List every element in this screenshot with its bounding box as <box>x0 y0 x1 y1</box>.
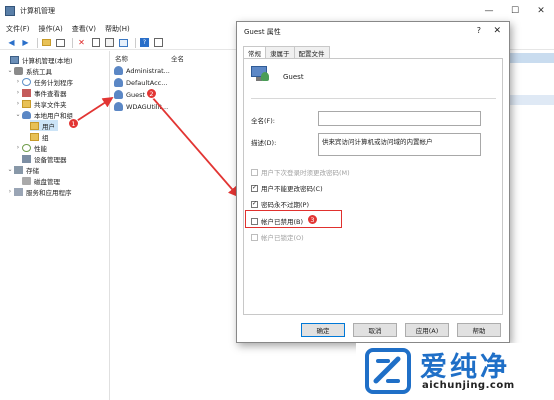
watermark-chinese-text: 爱纯净 <box>420 352 510 383</box>
tab-profile[interactable]: 配置文件 <box>293 46 330 58</box>
cannot-change-password-checkbox[interactable]: ✓ 用户不能更改密码(C) <box>251 183 323 193</box>
password-never-expires-checkbox[interactable]: ✓ 密码永不过期(P) <box>251 199 309 209</box>
description-input[interactable]: 供来宾访问计算机或访问域的内置帐户 <box>318 133 481 156</box>
fullname-label: 全名(F): <box>251 117 276 125</box>
cancel-button[interactable]: 取消 <box>353 323 397 337</box>
dialog-close-button[interactable]: ✕ <box>493 26 501 36</box>
watermark-logo-icon <box>365 348 411 394</box>
checkbox-label: 用户不能更改密码(C) <box>261 185 323 193</box>
description-label: 描述(D): <box>251 139 277 147</box>
divider <box>251 98 496 99</box>
help-button[interactable]: 帮助 <box>457 323 501 337</box>
tab-member-of[interactable]: 隶属于 <box>265 46 295 58</box>
annotation-badge-1: 1 <box>68 118 79 129</box>
user-name: Guest <box>283 73 304 81</box>
dialog-help-button[interactable]: ? <box>477 26 481 35</box>
checkbox-box <box>251 168 258 176</box>
annotation-badge-3: 3 <box>307 214 318 225</box>
checkbox-box <box>251 233 258 241</box>
must-change-password-checkbox: 用户下次登录时须更改密码(M) <box>251 167 350 177</box>
user-account-icon <box>251 66 269 82</box>
watermark: 爱纯净 aichunjing.com <box>356 343 554 400</box>
guest-properties-dialog: Guest 属性 ? ✕ 常规 隶属于 配置文件 Guest 全名(F): 描述… <box>236 21 510 343</box>
account-locked-checkbox: 帐户已锁定(O) <box>251 232 304 242</box>
checkbox-label: 用户下次登录时须更改密码(M) <box>261 169 350 177</box>
checkbox-label: 帐户已锁定(O) <box>261 234 304 242</box>
dialog-title: Guest 属性 <box>244 28 281 36</box>
checkbox-label: 密码永不过期(P) <box>261 201 309 209</box>
fullname-input[interactable] <box>318 111 481 126</box>
check-icon: ✓ <box>251 200 258 208</box>
arrow-2 <box>151 96 240 198</box>
check-icon: ✓ <box>251 184 258 192</box>
apply-button[interactable]: 应用(A) <box>405 323 449 337</box>
watermark-url: aichunjing.com <box>422 380 515 391</box>
highlight-box <box>245 210 342 228</box>
annotation-badge-2: 2 <box>146 88 157 99</box>
ok-button[interactable]: 确定 <box>301 323 345 337</box>
